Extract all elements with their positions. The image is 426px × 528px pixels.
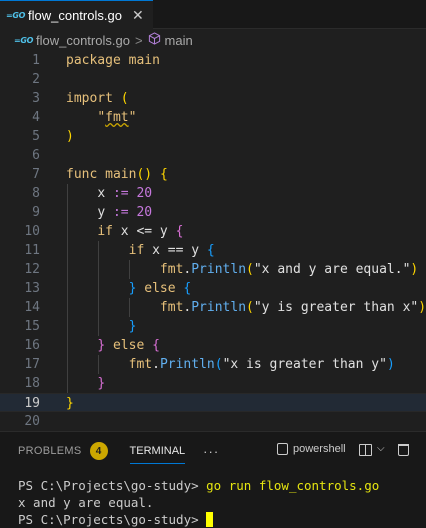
code-line[interactable]: 7 func main() { xyxy=(0,165,426,184)
terminal-selector[interactable]: powershell xyxy=(277,443,346,455)
code-line[interactable]: 18 } xyxy=(0,374,426,393)
line-number: 9 xyxy=(32,205,40,220)
go-file-icon: =GO xyxy=(14,35,34,45)
breadcrumb: =GO flow_controls.go > main xyxy=(0,29,426,51)
code-line-current[interactable]: 19} xyxy=(0,393,426,412)
code-text: } xyxy=(97,376,106,391)
code-text: fmt.Println("y is greater than x") xyxy=(159,300,426,315)
tab-flow-controls-go[interactable]: =GO flow_controls.go ✕ xyxy=(0,0,153,29)
line-number: 11 xyxy=(24,243,40,258)
line-number: 6 xyxy=(32,148,40,163)
more-icon[interactable]: ··· xyxy=(203,444,219,459)
code-line[interactable]: 12 fmt.Println("x and y are equal.") xyxy=(0,260,426,279)
editor-tab-bar: =GO flow_controls.go ✕ xyxy=(0,0,426,29)
code-text: package main xyxy=(66,53,160,68)
line-number: 5 xyxy=(32,129,40,144)
code-text: } xyxy=(128,319,137,334)
code-line[interactable]: 9 y := 20 xyxy=(0,203,426,222)
code-text: fmt.Println("x and y are equal.") xyxy=(159,262,419,277)
code-line[interactable]: 10 if x <= y { xyxy=(0,222,426,241)
code-line[interactable]: 11 if x == y { xyxy=(0,241,426,260)
code-line[interactable]: 15 } xyxy=(0,317,426,336)
terminal-command: go run flow_controls.go xyxy=(206,478,380,493)
terminal-output-line: x and y are equal. xyxy=(18,495,154,510)
code-line[interactable]: 20 xyxy=(0,412,426,431)
code-line[interactable]: 13 } else { xyxy=(0,279,426,298)
line-number: 7 xyxy=(32,167,40,182)
code-text: "fmt" xyxy=(97,110,137,125)
line-number: 17 xyxy=(24,357,40,372)
bottom-panel: PROBLEMS 4 TERMINAL ··· powershell ⌵ PS … xyxy=(0,431,426,528)
terminal-prompt: PS C:\Projects\go-study> xyxy=(18,478,207,493)
tab-label: flow_controls.go xyxy=(28,7,122,23)
code-text: if x == y { xyxy=(128,243,215,258)
code-text: func main() { xyxy=(66,167,168,182)
code-line[interactable]: 16 } else { xyxy=(0,336,426,355)
trash-icon[interactable] xyxy=(398,444,409,456)
code-text: } else { xyxy=(97,338,160,353)
line-number: 4 xyxy=(32,110,40,125)
close-icon[interactable]: ✕ xyxy=(132,7,144,24)
terminal-prompt: PS C:\Projects\go-study> xyxy=(18,512,207,527)
code-text: import ( xyxy=(66,91,129,106)
code-text: ) xyxy=(66,129,74,144)
code-text: } else { xyxy=(128,281,192,296)
code-text: if x <= y { xyxy=(97,224,184,239)
chevron-right-icon: > xyxy=(134,32,143,48)
line-number: 8 xyxy=(32,186,40,201)
line-number: 2 xyxy=(32,72,40,87)
code-text: } xyxy=(66,396,74,411)
problems-count-badge: 4 xyxy=(89,442,108,460)
go-file-icon: =GO xyxy=(6,10,26,20)
line-number: 19 xyxy=(24,396,40,411)
code-line[interactable]: 6 xyxy=(0,146,426,165)
line-number: 18 xyxy=(24,376,40,391)
terminal-cursor xyxy=(206,512,214,527)
line-number: 12 xyxy=(24,262,40,277)
code-line[interactable]: 5) xyxy=(0,127,426,146)
code-text: y := 20 xyxy=(97,205,153,220)
line-number: 10 xyxy=(24,224,40,239)
cube-icon xyxy=(148,32,161,48)
code-line[interactable]: 14 fmt.Println("y is greater than x") xyxy=(0,298,426,317)
tab-terminal[interactable]: TERMINAL xyxy=(129,432,185,470)
breadcrumb-symbol[interactable]: main xyxy=(165,33,193,48)
code-text: fmt.Println("x is greater than y") xyxy=(128,357,395,372)
line-number: 1 xyxy=(32,53,40,68)
code-line[interactable]: 17 fmt.Println("x is greater than y") xyxy=(0,355,426,374)
code-editor[interactable]: 1 package main 2 3 import ( 4 "fmt" 5) 6 7… xyxy=(0,51,426,431)
line-number: 3 xyxy=(32,91,40,106)
code-text: x := 20 xyxy=(97,186,153,201)
code-line[interactable]: 2 xyxy=(0,70,426,89)
tab-problems[interactable]: PROBLEMS xyxy=(18,445,82,457)
breadcrumb-file[interactable]: flow_controls.go xyxy=(36,33,130,48)
line-number: 13 xyxy=(24,281,40,296)
line-number: 20 xyxy=(24,414,40,429)
line-number: 16 xyxy=(24,338,40,353)
code-line[interactable]: 4 "fmt" xyxy=(0,108,426,127)
shell-name: powershell xyxy=(293,443,346,455)
code-line[interactable]: 1 package main xyxy=(0,51,426,70)
line-number: 15 xyxy=(24,319,40,334)
line-number: 14 xyxy=(24,300,40,315)
terminal-icon xyxy=(277,443,288,455)
code-line[interactable]: 8 x := 20 xyxy=(0,184,426,203)
split-terminal-icon[interactable] xyxy=(359,444,372,456)
terminal-output[interactable]: PS C:\Projects\go-study> go run flow_con… xyxy=(18,477,379,528)
code-line[interactable]: 3 import ( xyxy=(0,89,426,108)
chevron-down-icon[interactable]: ⌵ xyxy=(377,443,385,454)
